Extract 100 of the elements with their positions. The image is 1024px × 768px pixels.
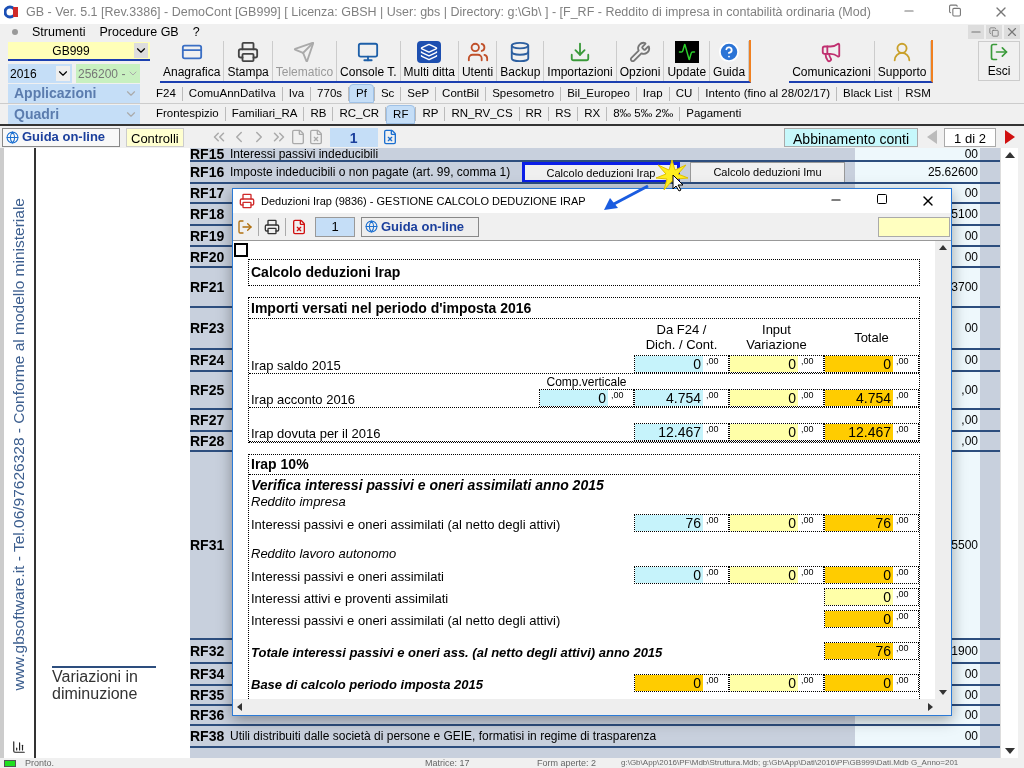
tab[interactable]: Pagamenti (680, 104, 748, 124)
amount-field[interactable]: 0 ,00 (539, 389, 634, 407)
scrollbar[interactable] (233, 699, 951, 715)
tab[interactable]: RF (386, 104, 416, 124)
amount-field[interactable]: 0 ,00 (824, 610, 919, 628)
amount-field[interactable]: 0 ,00 (824, 588, 919, 606)
toolbar-button[interactable]: Console T. (337, 41, 401, 81)
amount-field[interactable]: 0 ,00 (729, 566, 824, 584)
next-icon[interactable] (1004, 129, 1016, 145)
tab[interactable]: Bil_Europeo (561, 84, 636, 103)
scroll-right-icon[interactable] (928, 703, 933, 711)
tab[interactable]: 8‰ 5‰ 2‰ (607, 104, 680, 124)
amount-field[interactable]: 0 ,00 (729, 389, 824, 407)
tab[interactable]: RR (519, 104, 549, 124)
tab[interactable]: CU (669, 84, 699, 103)
company-select[interactable]: GB999 (8, 42, 150, 61)
amount-field[interactable]: 0 ,00 (634, 355, 729, 373)
value-field[interactable]: 25.62600 (855, 162, 980, 182)
scroll-up-icon[interactable] (1004, 152, 1015, 158)
tab[interactable]: F24 (150, 84, 182, 103)
toolbar-button[interactable]: Guida (710, 41, 750, 81)
section-title: Importi versati nel periodo d'imposta 2016 (249, 298, 919, 319)
help-button[interactable]: Guida on-line (361, 216, 479, 237)
tab[interactable]: ComuAnnDatiIva (182, 84, 282, 103)
amount-field[interactable]: 0 ,00 (634, 674, 729, 692)
section-title: Irap 10% (249, 455, 919, 475)
selection-square-icon[interactable] (234, 243, 248, 257)
amount-field[interactable]: 0 ,00 (729, 514, 824, 532)
tab[interactable]: Spesometro (486, 84, 561, 103)
menu-item[interactable]: ? (192, 25, 200, 39)
column-header: Input Variazione (746, 322, 807, 352)
delete-page-icon[interactable] (307, 129, 324, 145)
value-field[interactable]: 00 (855, 726, 980, 746)
amount-field[interactable]: 0 ,00 (824, 355, 919, 373)
row-code: RF19 (190, 228, 226, 243)
row-label: Interessi attivi e proventi assimilati (250, 591, 450, 606)
amount-field[interactable]: 0 ,00 (729, 674, 824, 692)
toolbar-button[interactable]: Anagrafica (160, 41, 225, 81)
page-field[interactable]: 1 (315, 216, 355, 237)
help-button[interactable]: Guida on-line (2, 127, 120, 147)
amount-field[interactable]: 0 ,00 (634, 566, 729, 584)
tab[interactable]: RB (304, 104, 333, 124)
scroll-down-icon[interactable] (939, 690, 947, 695)
tab[interactable]: Pf (349, 84, 374, 103)
tab[interactable]: Intento (fino al 28/02/17) (699, 84, 836, 103)
checks-button[interactable]: Controlli (126, 127, 184, 147)
amount-field[interactable]: 76 ,00 (824, 514, 919, 532)
tab[interactable]: Frontespizio (150, 104, 225, 124)
scroll-left-icon[interactable] (237, 703, 242, 711)
tab[interactable]: Sc (374, 84, 401, 103)
column-header: Totale (854, 329, 889, 345)
tab[interactable]: ContBil (436, 84, 486, 103)
restore-icon[interactable] (986, 25, 1002, 39)
amount-field[interactable]: 4.754 ,00 (824, 389, 919, 407)
row-description: Utili distribuiti dalle società di persone e GEIE, formatisi in regime di trasparenza (230, 729, 657, 743)
amount-field[interactable]: 76 ,00 (634, 514, 729, 532)
dialog-icon (239, 193, 255, 209)
page-counter: 1 di 2 (944, 127, 996, 147)
amount-field[interactable]: 12.467 ,00 (634, 423, 729, 441)
tab[interactable]: RSM (899, 84, 937, 103)
exit-icon[interactable] (237, 218, 253, 235)
exit-button[interactable]: Esci (978, 41, 1020, 81)
amount-field[interactable]: 12.467 ,00 (824, 423, 919, 441)
amount-field[interactable]: 0 ,00 (729, 423, 824, 441)
column-header: Da F24 / Dich. / Cont. (645, 322, 718, 352)
row-code: RF21 (190, 280, 226, 294)
value-field[interactable]: 00 (855, 148, 980, 160)
delete-icon[interactable] (381, 129, 398, 145)
row-code: RF23 (190, 321, 226, 335)
tab[interactable]: RS (549, 104, 578, 124)
tab[interactable]: RX (578, 104, 607, 124)
amount-field[interactable]: 0 ,00 (729, 355, 824, 373)
tab[interactable]: Iva (282, 84, 311, 103)
delete-icon[interactable] (291, 218, 307, 235)
scroll-down-icon[interactable] (1004, 748, 1015, 754)
tab[interactable]: RP (416, 104, 445, 124)
amount-field[interactable]: 0 ,00 (824, 674, 919, 692)
scrollbar[interactable] (1000, 148, 1018, 758)
tab[interactable]: SeP (401, 84, 436, 103)
tab[interactable]: Black List (836, 84, 899, 103)
menu-item[interactable]: Procedure GB (99, 25, 179, 39)
new-page-icon[interactable] (289, 129, 306, 145)
tab[interactable]: 770s (311, 84, 349, 103)
year-select[interactable]: 2016 (8, 64, 72, 83)
calculate-button[interactable]: Calcolo deduzioni Imu (690, 162, 845, 182)
menu-item[interactable]: Strumenti (32, 25, 86, 39)
tab[interactable]: Irap (636, 84, 669, 103)
printer-icon[interactable] (264, 218, 280, 235)
amount-field[interactable]: 0 ,00 (824, 566, 919, 584)
tab[interactable]: Familiari_RA (225, 104, 304, 124)
link-button[interactable]: Abbinamento conti (784, 127, 918, 147)
calculate-button[interactable]: Calcolo deduzioni Irap (522, 162, 680, 182)
amount-field[interactable]: 76 ,00 (824, 642, 919, 660)
wrench-icon (628, 41, 653, 63)
amount-field[interactable]: 4.754 ,00 (634, 389, 729, 407)
tab[interactable]: RC_CR (333, 104, 386, 124)
toolbar-button[interactable]: Comunicazioni (789, 41, 875, 81)
group-label: Reddito lavoro autonomo (250, 546, 398, 562)
tab[interactable]: RN_RV_CS (445, 104, 519, 124)
page-field[interactable]: 1 (329, 127, 378, 147)
